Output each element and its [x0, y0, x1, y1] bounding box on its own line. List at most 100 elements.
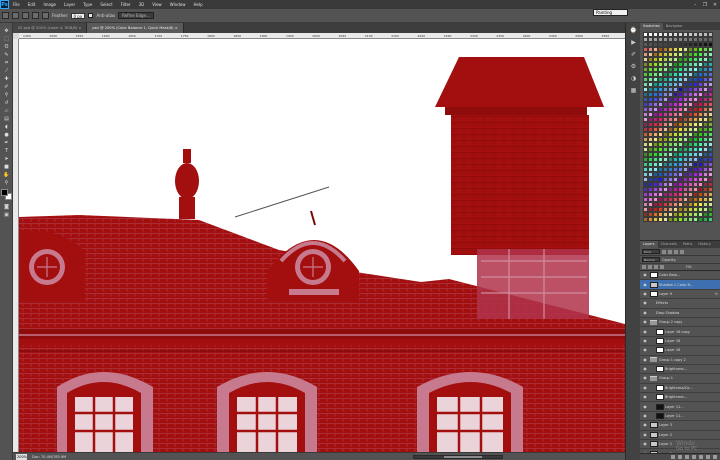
feather-input[interactable]: 0 px: [71, 12, 86, 19]
foreground-color[interactable]: [1, 189, 8, 196]
visibility-eye-icon[interactable]: ◉: [642, 432, 648, 438]
workspace-select[interactable]: Painting: [593, 9, 628, 16]
layer-row[interactable]: ◉ Layer 2: [640, 431, 720, 441]
quick-mask-icon[interactable]: ◙: [2, 203, 11, 210]
menu-3d[interactable]: 3D: [135, 0, 149, 9]
gradient-tool-icon[interactable]: ▤: [2, 115, 11, 122]
tab-paths[interactable]: Paths: [680, 241, 696, 248]
swatch-grid[interactable]: [643, 32, 718, 222]
tab-history[interactable]: History: [695, 241, 713, 248]
menu-view[interactable]: View: [148, 0, 166, 9]
visibility-eye-icon[interactable]: ◉: [642, 375, 648, 381]
blend-mode-select[interactable]: Normal: [642, 257, 660, 262]
screen-mode-icon[interactable]: ▣: [2, 211, 11, 218]
visibility-eye-icon[interactable]: ◉: [642, 310, 648, 316]
delete-layer-icon[interactable]: [713, 455, 717, 459]
visibility-eye-icon[interactable]: ◉: [642, 357, 648, 363]
layer-row[interactable]: ◉ Brightness...: [640, 393, 720, 403]
history-brush-tool-icon[interactable]: ↺: [2, 99, 11, 106]
doc-tab-1[interactable]: 02.psd @ 200% (Layer 4, RGB/8) ×: [13, 23, 88, 33]
eraser-tool-icon[interactable]: ▱: [2, 107, 11, 114]
visibility-eye-icon[interactable]: ◉: [642, 347, 648, 353]
actions-icon[interactable]: ▶: [629, 38, 638, 47]
restore-icon[interactable]: ❐: [700, 0, 710, 9]
lasso-preset-icon[interactable]: [2, 12, 9, 19]
visibility-eye-icon[interactable]: ◉: [642, 385, 648, 391]
layer-row[interactable]: ◉ Layer 16: [640, 337, 720, 347]
path-select-tool-icon[interactable]: ➤: [2, 155, 11, 162]
layer-row[interactable]: ◉ Layer 9 fx: [640, 290, 720, 300]
lock-all-icon[interactable]: [660, 265, 664, 269]
add-selection-icon[interactable]: [22, 12, 29, 19]
filter-shape-icon[interactable]: [680, 249, 684, 254]
close-icon[interactable]: ✕: [710, 0, 720, 9]
visibility-eye-icon[interactable]: ◉: [642, 300, 648, 306]
add-style-icon[interactable]: [678, 455, 682, 459]
menu-edit[interactable]: Edit: [24, 0, 40, 9]
visibility-eye-icon[interactable]: ◉: [642, 422, 648, 428]
intersect-selection-icon[interactable]: [42, 12, 49, 19]
antialias-checkbox[interactable]: [88, 13, 94, 18]
eyedropper-tool-icon[interactable]: ⁄: [2, 67, 11, 74]
layer-row[interactable]: ◉ Layer 11...: [640, 412, 720, 422]
visibility-eye-icon[interactable]: ◉: [642, 404, 648, 410]
visibility-eye-icon[interactable]: ◉: [642, 291, 648, 297]
visibility-eye-icon[interactable]: ◉: [642, 366, 648, 372]
tab-swatches[interactable]: Swatches: [640, 23, 663, 30]
crop-tool-icon[interactable]: ⌗: [2, 59, 11, 66]
new-layer-icon[interactable]: [706, 455, 710, 459]
menu-filter[interactable]: Filter: [117, 0, 135, 9]
lock-transparent-icon[interactable]: [642, 265, 646, 269]
menu-window[interactable]: Window: [166, 0, 190, 9]
layer-row[interactable]: ◉ Drop Shadow: [640, 309, 720, 318]
visibility-eye-icon[interactable]: ◉: [642, 441, 648, 447]
menu-image[interactable]: Image: [39, 0, 60, 9]
visibility-eye-icon[interactable]: ◉: [642, 329, 648, 335]
quick-select-tool-icon[interactable]: ✎: [2, 51, 11, 58]
visibility-eye-icon[interactable]: ◉: [642, 319, 648, 325]
filter-type-icon[interactable]: [674, 249, 678, 254]
layer-row[interactable]: ◉ Group 1 copy 2: [640, 356, 720, 365]
menu-help[interactable]: Help: [189, 0, 206, 9]
pen-tool-icon[interactable]: ✒: [2, 139, 11, 146]
menu-select[interactable]: Select: [96, 0, 116, 9]
history-icon[interactable]: ⌚: [629, 26, 638, 35]
clone-tool-icon[interactable]: ⚲: [2, 91, 11, 98]
layer-row[interactable]: ◉ Layer 16: [640, 346, 720, 356]
brush-panel-icon[interactable]: ✐: [629, 50, 638, 59]
clone-source-icon[interactable]: ⚙: [629, 62, 638, 71]
menu-type[interactable]: Type: [79, 0, 96, 9]
scroll-thumb[interactable]: [444, 456, 482, 458]
fx-badge[interactable]: fx: [715, 292, 718, 296]
color-swatches[interactable]: [1, 189, 12, 200]
horizontal-scrollbar[interactable]: [413, 455, 503, 459]
layer-row[interactable]: ◉ Brightness...: [640, 365, 720, 375]
zoom-level[interactable]: 200%: [16, 453, 27, 460]
layer-row[interactable]: ◉ Layer 3: [640, 421, 720, 431]
move-tool-icon[interactable]: ✥: [2, 27, 11, 34]
tab-channels[interactable]: Channels: [658, 241, 680, 248]
brush-tool-icon[interactable]: ✐: [2, 83, 11, 90]
menu-file[interactable]: File: [9, 0, 24, 9]
menu-layer[interactable]: Layer: [60, 0, 79, 9]
new-selection-icon[interactable]: [12, 12, 19, 19]
swatch[interactable]: [708, 217, 713, 222]
new-group-icon[interactable]: [699, 455, 703, 459]
type-tool-icon[interactable]: T: [2, 147, 11, 154]
doc-tab-2[interactable]: psd @ 200% (Color Balance 1, Quick Mask/…: [87, 23, 184, 33]
layer-row[interactable]: ◉ Shadow 1 Color B...: [640, 280, 720, 290]
visibility-eye-icon[interactable]: ◉: [642, 338, 648, 344]
subtract-selection-icon[interactable]: [32, 12, 39, 19]
healing-tool-icon[interactable]: ✚: [2, 75, 11, 82]
layer-row[interactable]: ◉ Color Bala...: [640, 271, 720, 281]
layer-row[interactable]: ◉ Brightness/Co...: [640, 384, 720, 394]
filter-pixel-icon[interactable]: [662, 249, 666, 254]
filter-kind-select[interactable]: Kind: [642, 249, 660, 254]
filter-adjust-icon[interactable]: [668, 249, 672, 254]
visibility-eye-icon[interactable]: ◉: [642, 272, 648, 278]
hand-tool-icon[interactable]: ✋: [2, 171, 11, 178]
lock-position-icon[interactable]: [654, 265, 658, 269]
lock-pixels-icon[interactable]: [648, 265, 652, 269]
styles-icon[interactable]: ▦: [629, 86, 638, 95]
shape-tool-icon[interactable]: ■: [2, 163, 11, 170]
